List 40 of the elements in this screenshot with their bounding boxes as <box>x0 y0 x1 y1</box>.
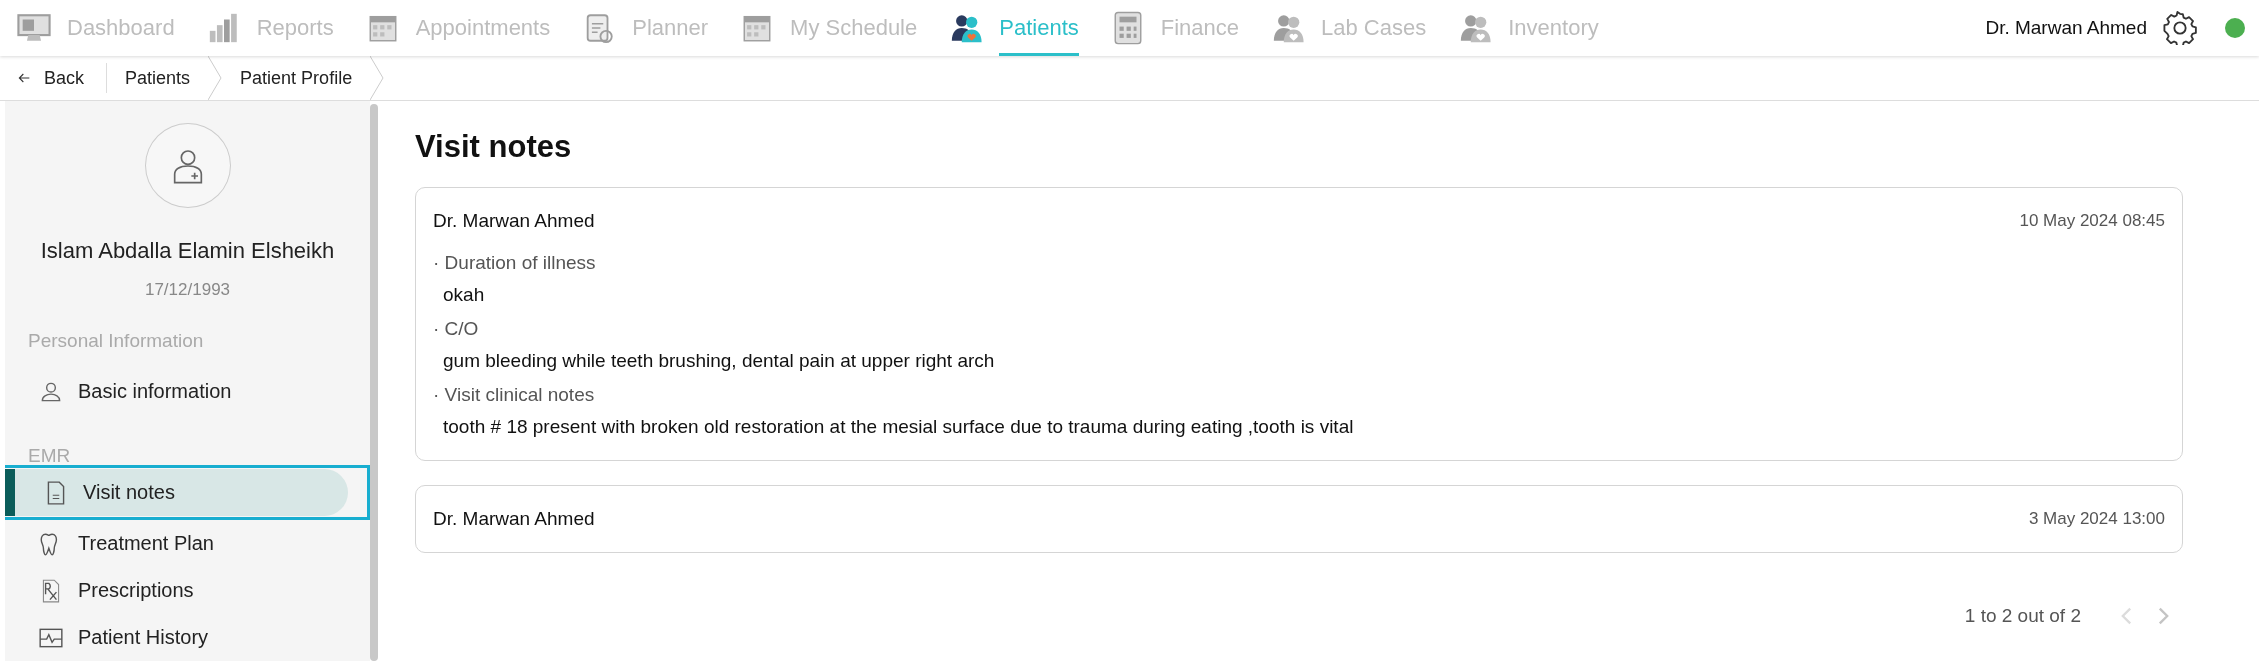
note-date: 10 May 2024 08:45 <box>2019 211 2165 231</box>
scrollbar[interactable] <box>370 104 378 661</box>
user-name: Dr. Marwan Ahmed <box>1985 17 2147 39</box>
birth-date: 17/12/1993 <box>143 280 232 300</box>
page-title: Visit notes <box>415 129 573 165</box>
note-date: 3 May 2024 13:00 <box>2028 509 2165 529</box>
nav-tab[interactable]: Planner <box>580 0 709 56</box>
nav-tab[interactable]: Inventory <box>1456 0 1599 56</box>
nav-tab[interactable]: Appointments <box>363 0 551 56</box>
sidebar-item[interactable]: Treatment Plan <box>5 520 370 567</box>
nav-tab[interactable]: Reports <box>204 0 334 56</box>
field-value: tooth # 18 present with broken old restoration at the mesial surface due to trauma during eating ,tooth is vital <box>443 416 1355 438</box>
section-heading: Personal Information <box>27 330 205 353</box>
breadcrumb-link[interactable]: Patients <box>107 56 215 100</box>
field-label: · C/O <box>433 318 480 340</box>
field-label: · Duration of illness <box>433 252 597 274</box>
nav-tab[interactable]: Dashboard <box>15 0 175 56</box>
settings-icon[interactable] <box>2163 11 2197 45</box>
nav-tab[interactable]: My Schedule <box>738 0 918 56</box>
sidebar-item[interactable]: Visit notes <box>5 469 348 516</box>
nav-tab[interactable]: Lab Cases <box>1269 0 1427 56</box>
next-page-button[interactable] <box>2158 607 2169 625</box>
section-heading: EMR <box>27 445 72 468</box>
field-value: okah <box>443 284 486 306</box>
breadcrumb-link[interactable]: Patient Profile <box>222 56 377 100</box>
sidebar-item[interactable]: Prescriptions <box>5 567 370 614</box>
note-author: Dr. Marwan Ahmed <box>433 508 595 530</box>
chevron-right-icon <box>2158 607 2169 625</box>
field-label: · Visit clinical notes <box>433 384 596 406</box>
chevron-left-icon <box>2121 607 2132 625</box>
patient-name: Islam Abdalla Elamin Elsheikh <box>39 238 336 264</box>
note-author: Dr. Marwan Ahmed <box>433 210 595 232</box>
field-value: gum bleeding while teeth brushing, dental pain at upper right arch <box>443 350 996 372</box>
back-button[interactable]: Back <box>0 63 108 93</box>
sidebar-item[interactable]: Patient History <box>5 614 370 661</box>
nav-tab[interactable]: Finance <box>1108 0 1240 56</box>
pagination-text: 1 to 2 out of 2 <box>1964 605 2081 627</box>
sidebar-item[interactable]: Basic information <box>5 368 370 415</box>
chevron-divider-icon <box>208 56 223 100</box>
chevron-divider-icon <box>370 56 385 100</box>
